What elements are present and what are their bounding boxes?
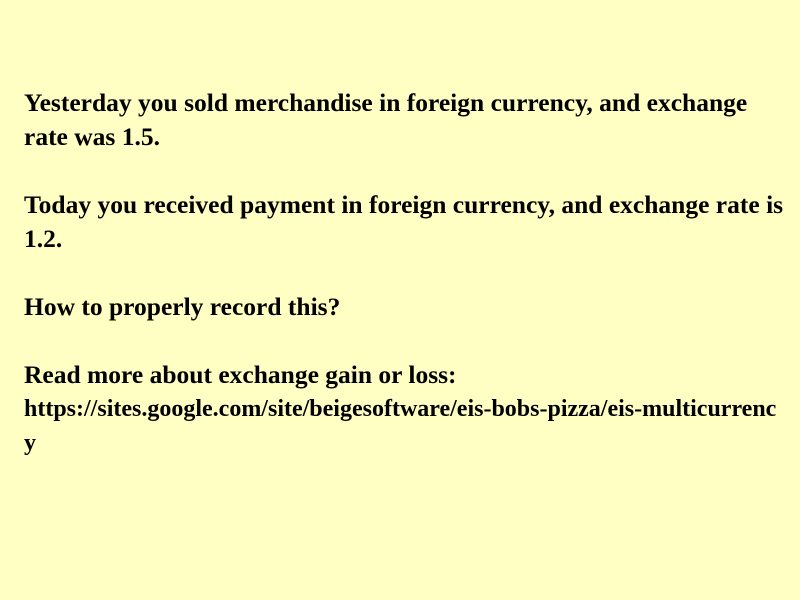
reference-url: https://sites.google.com/site/beigesoftw… <box>24 396 777 456</box>
slide-page: { "slide": { "paragraphs": [ "Yesterday … <box>0 0 800 600</box>
paragraph-question: How to properly record this? <box>24 292 341 321</box>
paragraph-payment: Today you received payment in foreign cu… <box>24 190 784 253</box>
paragraph-read-more: Read more about exchange gain or loss: <box>24 360 457 389</box>
paragraph-sale: Yesterday you sold merchandise in foreig… <box>24 88 748 151</box>
slide-content: Yesterday you sold merchandise in foreig… <box>24 86 784 460</box>
